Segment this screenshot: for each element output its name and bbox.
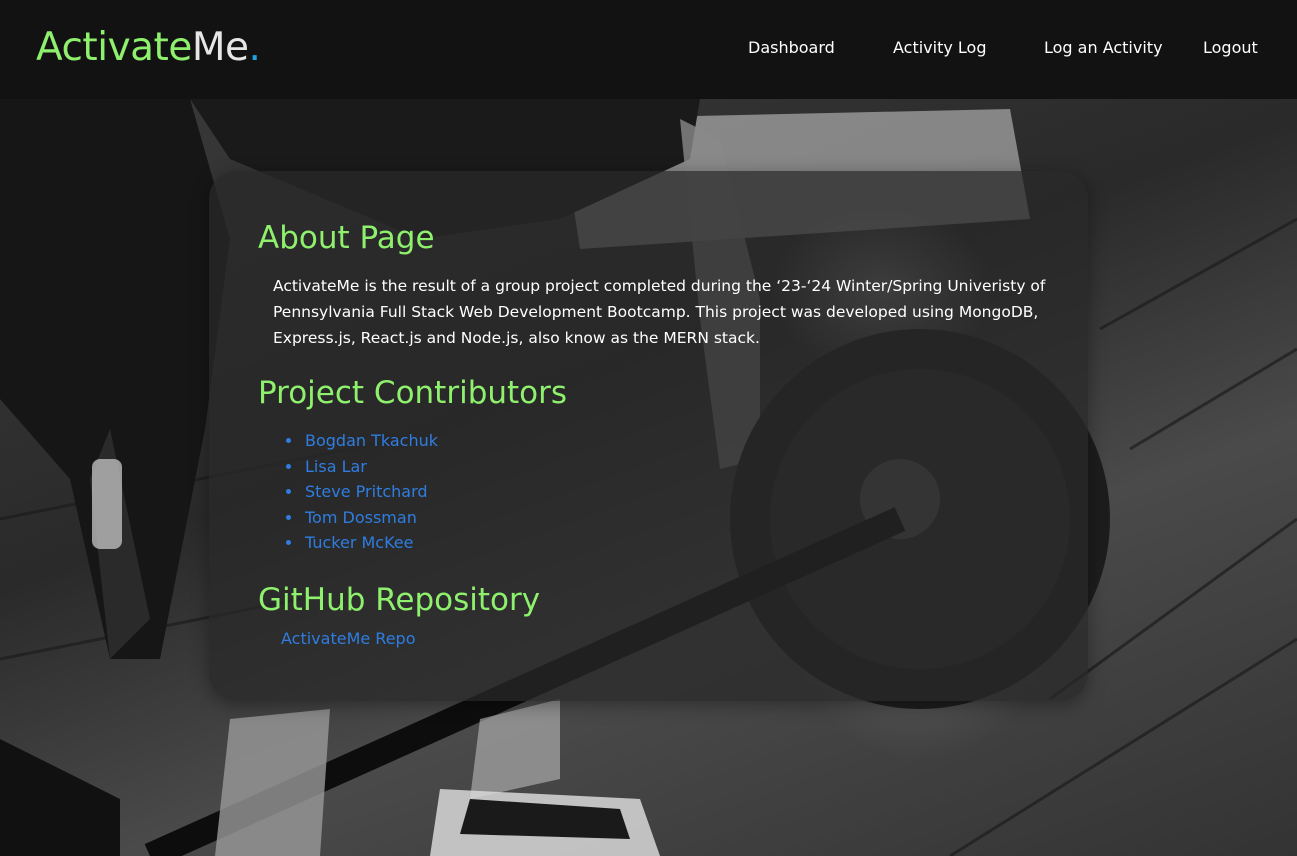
nav-link-dashboard[interactable]: Dashboard [748, 38, 835, 58]
list-item: Tucker McKee [286, 530, 438, 556]
nav-link-logout[interactable]: Logout [1203, 38, 1258, 58]
bullet-icon [286, 489, 291, 494]
logo-text-activate: Activate [36, 25, 192, 70]
about-title: About Page [258, 220, 435, 256]
bullet-icon [286, 438, 291, 443]
contributor-link[interactable]: Lisa Lar [305, 457, 367, 476]
top-navbar: ActivateMe. Dashboard Activity Log Log a… [0, 0, 1297, 99]
logo-text-me: Me [191, 25, 249, 70]
contributors-title: Project Contributors [258, 375, 568, 411]
nav-link-log-activity[interactable]: Log an Activity [1044, 38, 1163, 58]
repo-link[interactable]: ActivateMe Repo [281, 628, 416, 650]
list-item: Lisa Lar [286, 454, 438, 480]
list-item: Bogdan Tkachuk [286, 428, 438, 454]
logo-dot: . [248, 25, 261, 70]
contributor-link[interactable]: Tom Dossman [305, 508, 417, 527]
contributor-link[interactable]: Bogdan Tkachuk [305, 431, 438, 450]
list-item: Tom Dossman [286, 505, 438, 531]
bullet-icon [286, 514, 291, 520]
about-card: About Page ActivateMe is the result of a… [209, 171, 1088, 701]
list-item: Steve Pritchard [286, 479, 438, 505]
about-description: ActivateMe is the result of a group proj… [273, 277, 1046, 347]
bullet-icon [286, 540, 291, 545]
contributor-link[interactable]: Tucker McKee [305, 533, 413, 552]
contributor-link[interactable]: Steve Pritchard [305, 482, 428, 501]
repo-title: GitHub Repository [258, 582, 541, 618]
bullet-icon [286, 463, 291, 469]
app-logo[interactable]: ActivateMe. [36, 24, 261, 72]
nav-link-activity-log[interactable]: Activity Log [893, 38, 987, 58]
contributors-list: Bogdan Tkachuk Lisa Lar Steve Pritchard … [286, 428, 438, 556]
page: ActivateMe. Dashboard Activity Log Log a… [0, 0, 1297, 856]
